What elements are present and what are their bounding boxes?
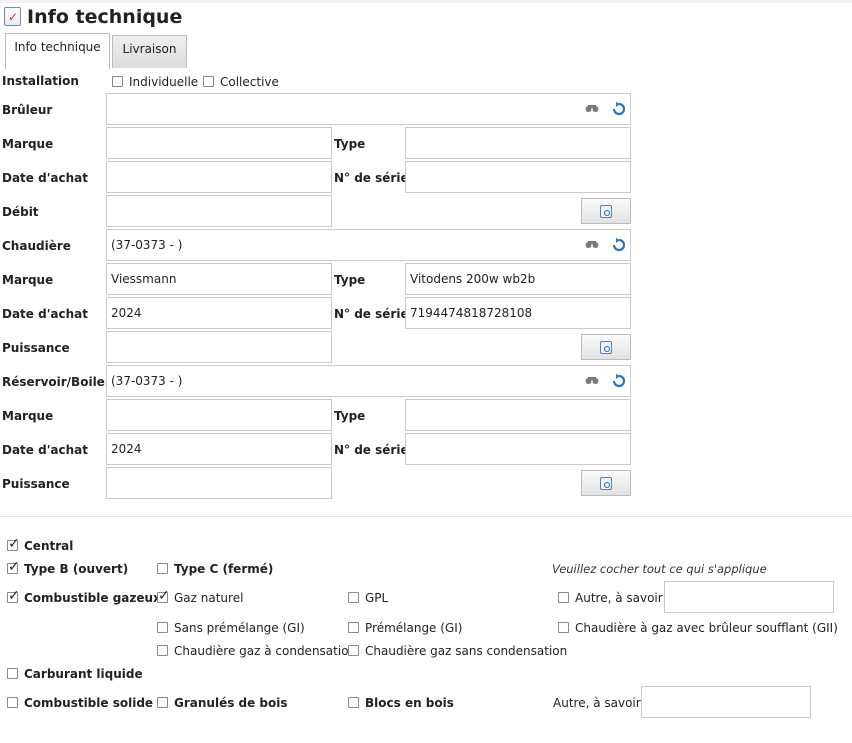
individuelle-label: Individuelle — [129, 75, 199, 89]
bruleur-photo-button[interactable] — [581, 198, 631, 224]
chaudiere-label: Chaudière — [2, 239, 71, 253]
reservoir-date-input[interactable]: 2024 — [106, 433, 332, 465]
autre2-input[interactable] — [641, 686, 811, 718]
tab-info-technique[interactable]: Info technique — [5, 33, 110, 69]
collective-label: Collective — [220, 75, 279, 89]
bruleur-serie-label: N° de série — [334, 171, 409, 185]
reservoir-puissance-input[interactable] — [106, 467, 332, 499]
chaudiere-puissance-label: Puissance — [2, 341, 70, 355]
reservoir-field[interactable]: (37-0373 - ) — [106, 365, 631, 397]
autre1-label: Autre, à savoir: — [575, 591, 667, 605]
installation-label: Installation — [2, 74, 79, 88]
collective-checkbox[interactable] — [203, 76, 214, 87]
reservoir-marque-input[interactable] — [106, 399, 332, 431]
reset-icon[interactable] — [612, 374, 626, 388]
sans-condensation-checkbox[interactable] — [348, 645, 359, 656]
reservoir-serie-label: N° de série — [334, 443, 409, 457]
camera-icon — [600, 477, 612, 490]
chaudiere-photo-button[interactable] — [581, 334, 631, 360]
liquide-label: Carburant liquide — [24, 667, 143, 681]
souffle-label: Chaudière à gaz avec brûleur soufflant (… — [575, 621, 838, 635]
bruleur-type-label: Type — [334, 137, 366, 151]
reservoir-label: Réservoir/Boiler — [2, 375, 111, 389]
central-label: Central — [24, 539, 74, 553]
liquide-checkbox[interactable] — [7, 668, 18, 679]
reservoir-serie-input[interactable] — [405, 433, 631, 465]
sans-condensation-label: Chaudière gaz sans condensation — [365, 644, 568, 658]
condensation-checkbox[interactable] — [157, 645, 168, 656]
autre2-label: Autre, à savoir: — [553, 696, 645, 710]
typeB-checkbox[interactable] — [7, 559, 20, 575]
typeC-label: Type C (fermé) — [174, 562, 274, 576]
binoculars-icon[interactable] — [585, 240, 599, 249]
chaudiere-marque-input[interactable]: Viessmann — [106, 263, 332, 295]
reset-icon[interactable] — [612, 102, 626, 116]
hint-text: Veuillez cocher tout ce qui s'applique — [552, 562, 767, 576]
bruleur-type-input[interactable] — [405, 127, 631, 159]
gpl-checkbox[interactable] — [348, 592, 359, 603]
sans-premelange-label: Sans prémélange (GI) — [174, 621, 305, 635]
blocs-label: Blocs en bois — [365, 696, 454, 710]
binoculars-icon[interactable] — [585, 104, 599, 113]
camera-icon — [600, 205, 612, 218]
reservoir-marque-label: Marque — [2, 409, 54, 423]
page-title: Info technique — [27, 6, 183, 28]
reservoir-puissance-label: Puissance — [2, 477, 70, 491]
gpl-label: GPL — [365, 591, 389, 605]
camera-icon — [600, 341, 612, 354]
reset-icon[interactable] — [612, 238, 626, 252]
bruleur-date-label: Date d'achat — [2, 171, 88, 185]
condensation-label: Chaudière gaz à condensation — [174, 644, 357, 658]
bruleur-field[interactable] — [106, 93, 631, 125]
binoculars-icon[interactable] — [585, 376, 599, 385]
souffle-checkbox[interactable] — [558, 622, 569, 633]
typeB-label: Type B (ouvert) — [24, 562, 129, 576]
blocs-checkbox[interactable] — [348, 697, 359, 708]
bruleur-debit-label: Débit — [2, 205, 39, 219]
solide-label: Combustible solide — [24, 696, 154, 710]
bruleur-marque-input[interactable] — [106, 127, 332, 159]
chaudiere-field[interactable]: (37-0373 - ) — [106, 229, 631, 261]
chaudiere-date-label: Date d'achat — [2, 307, 88, 321]
granules-label: Granulés de bois — [174, 696, 288, 710]
chaudiere-serie-input[interactable]: 7194474818728108 — [405, 297, 631, 329]
chaudiere-puissance-input[interactable] — [106, 331, 332, 363]
premelange-label: Prémélange (GI) — [365, 621, 463, 635]
bruleur-debit-input[interactable] — [106, 195, 332, 227]
chaudiere-marque-label: Marque — [2, 273, 54, 287]
section-divider — [0, 516, 852, 517]
central-checkbox[interactable] — [7, 536, 20, 552]
reservoir-type-input[interactable] — [405, 399, 631, 431]
chaudiere-type-input[interactable]: Vitodens 200w wb2b — [405, 263, 631, 295]
individuelle-checkbox[interactable] — [112, 76, 123, 87]
top-border — [0, 0, 852, 3]
checklist-icon: ✓ — [4, 7, 21, 26]
bruleur-marque-label: Marque — [2, 137, 54, 151]
autre1-checkbox[interactable] — [558, 592, 569, 603]
gaz-naturel-label: Gaz naturel — [174, 591, 244, 605]
chaudiere-date-input[interactable]: 2024 — [106, 297, 332, 329]
autre1-input[interactable] — [664, 581, 834, 613]
typeC-checkbox[interactable] — [157, 563, 168, 574]
gaz-naturel-checkbox[interactable] — [157, 588, 170, 604]
tab-livraison[interactable]: Livraison — [112, 35, 187, 68]
sans-premelange-checkbox[interactable] — [157, 622, 168, 633]
bruleur-serie-input[interactable] — [405, 161, 631, 193]
reservoir-date-label: Date d'achat — [2, 443, 88, 457]
gazeux-label: Combustible gazeux — [24, 591, 161, 605]
premelange-checkbox[interactable] — [348, 622, 359, 633]
chaudiere-type-label: Type — [334, 273, 366, 287]
bruleur-label: Brûleur — [2, 103, 53, 117]
granules-checkbox[interactable] — [157, 697, 168, 708]
gazeux-checkbox[interactable] — [7, 588, 20, 604]
bruleur-date-input[interactable] — [106, 161, 332, 193]
solide-checkbox[interactable] — [7, 697, 18, 708]
reservoir-type-label: Type — [334, 409, 366, 423]
chaudiere-serie-label: N° de série — [334, 307, 409, 321]
reservoir-photo-button[interactable] — [581, 470, 631, 496]
